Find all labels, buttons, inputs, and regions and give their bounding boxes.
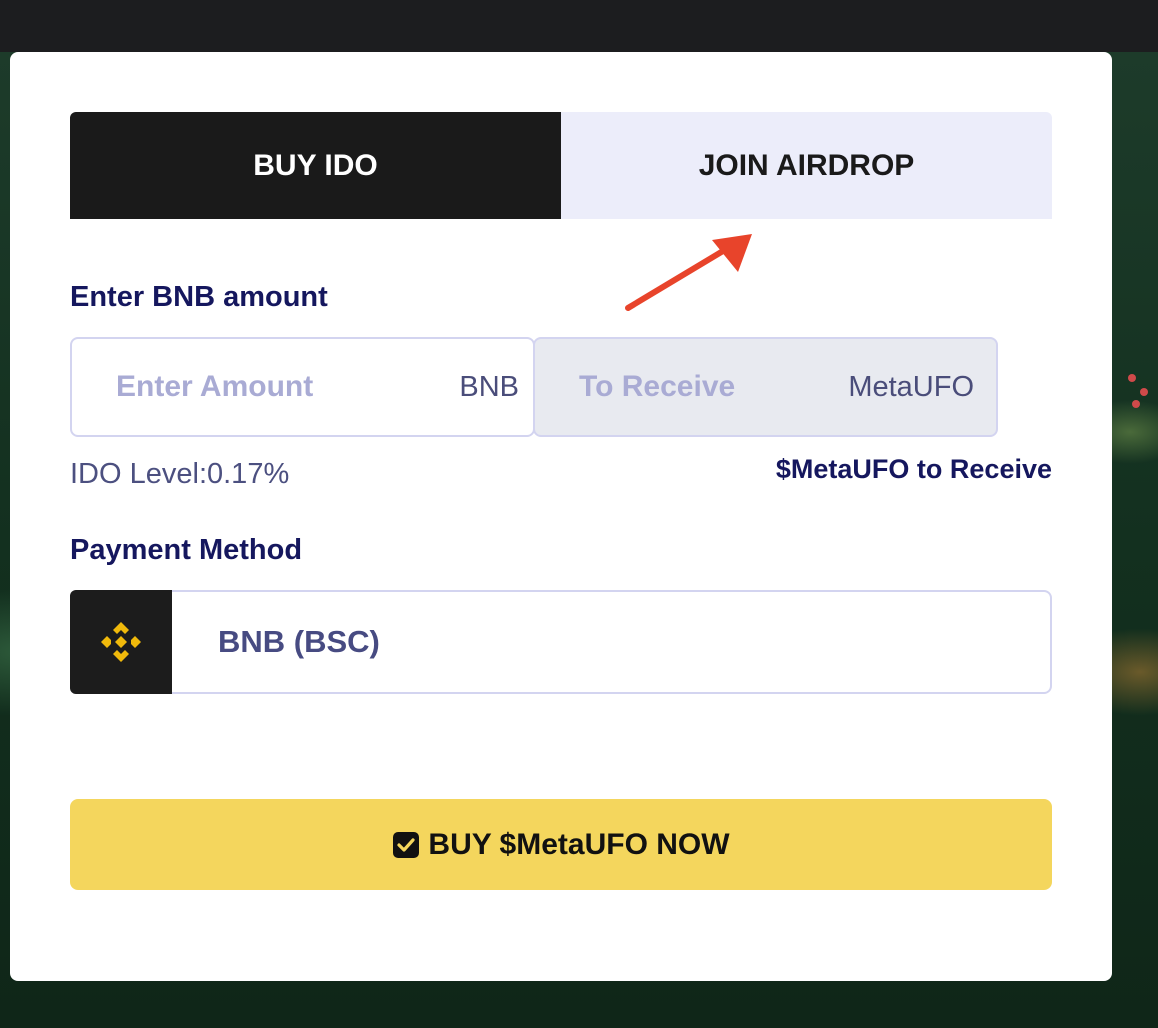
decor-dot (1132, 400, 1140, 408)
top-bar (0, 0, 1158, 52)
receive-unit: MetaUFO (848, 370, 974, 403)
amount-field: BNB (70, 337, 535, 437)
annotation-arrow-icon (625, 234, 752, 311)
ido-card: BUY IDO JOIN AIRDROP Enter BNB amount BN… (10, 52, 1112, 981)
payment-method-selector[interactable]: BNB (BSC) (70, 590, 1052, 694)
receive-input (535, 369, 881, 405)
payment-method-label: Payment Method (70, 534, 303, 566)
payment-method-value[interactable]: BNB (BSC) (172, 590, 1052, 694)
tab-join-airdrop-label: JOIN AIRDROP (698, 148, 915, 182)
decor-dot (1128, 374, 1136, 382)
checkbox-icon (392, 831, 420, 859)
ido-level-text: IDO Level:0.17% (70, 458, 290, 490)
tab-buy-ido[interactable]: BUY IDO (70, 112, 561, 219)
amount-label: Enter BNB amount (70, 281, 328, 313)
tab-buy-ido-label: BUY IDO (253, 148, 378, 182)
receive-amount-label: $MetaUFO to Receive (775, 454, 1052, 484)
receive-field: MetaUFO (533, 337, 998, 437)
tab-join-airdrop[interactable]: JOIN AIRDROP (561, 112, 1052, 219)
amount-unit: BNB (459, 370, 519, 403)
buy-now-button[interactable]: BUY $MetaUFO NOW (70, 799, 1052, 890)
binance-diamond-icon (101, 622, 141, 662)
tab-bar: BUY IDO JOIN AIRDROP (70, 112, 1052, 219)
binance-logo-icon (70, 590, 172, 694)
decor-dot (1140, 388, 1148, 396)
amount-input[interactable] (72, 369, 418, 405)
buy-now-label: BUY $MetaUFO NOW (428, 827, 730, 861)
